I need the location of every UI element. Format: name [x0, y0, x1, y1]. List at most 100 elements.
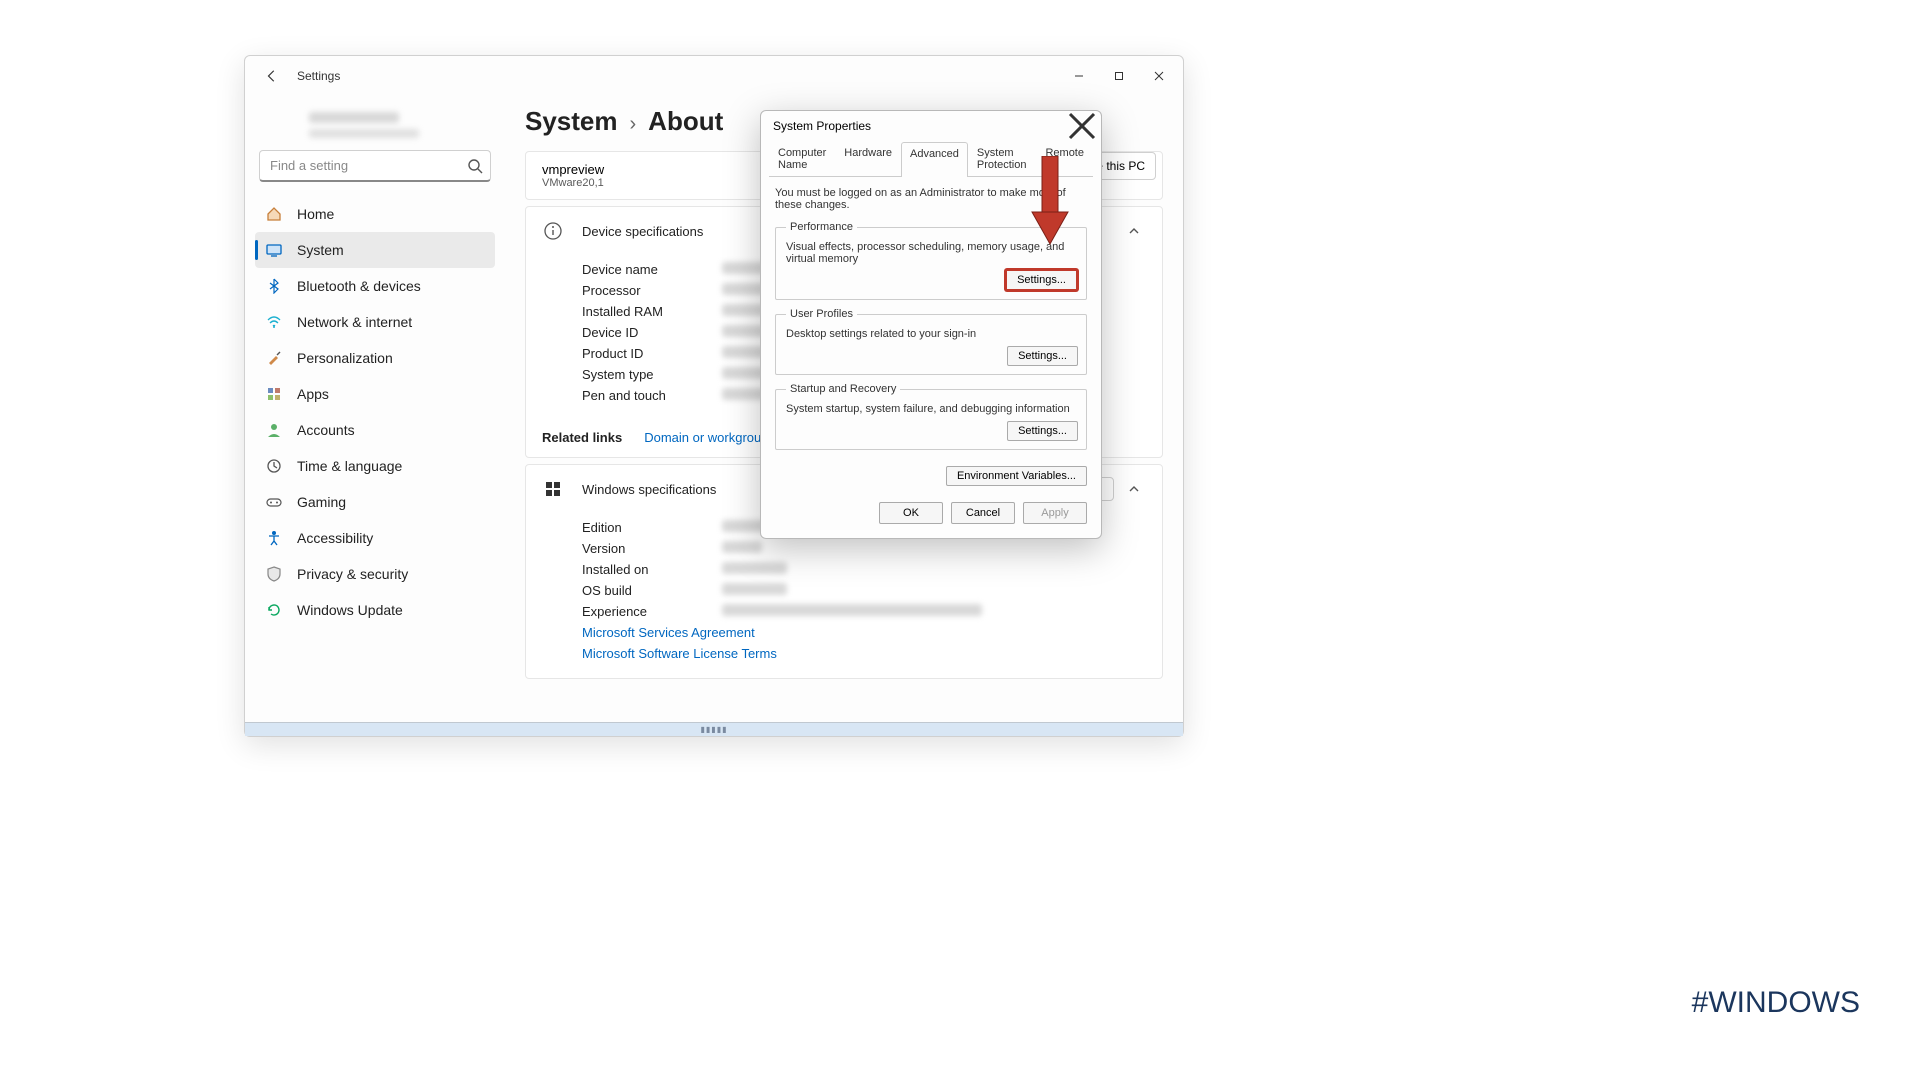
spec-key: Edition — [582, 520, 722, 535]
performance-desc: Visual effects, processor scheduling, me… — [786, 241, 1076, 265]
spec-key: Device name — [582, 262, 722, 277]
collapse-button[interactable] — [1122, 219, 1146, 243]
nav-label: Bluetooth & devices — [297, 278, 421, 294]
startup-recovery-legend: Startup and Recovery — [786, 383, 900, 395]
chevron-up-icon — [1128, 225, 1140, 237]
maximize-button[interactable] — [1099, 61, 1139, 91]
nav-label: System — [297, 242, 344, 258]
apply-button[interactable]: Apply — [1023, 502, 1087, 524]
nav-home[interactable]: Home — [255, 196, 495, 232]
accessibility-icon — [265, 529, 283, 547]
close-icon — [1067, 111, 1097, 141]
tab-remote[interactable]: Remote — [1036, 141, 1093, 176]
dialog-footer: OK Cancel Apply — [761, 492, 1101, 538]
nav-bluetooth[interactable]: Bluetooth & devices — [255, 268, 495, 304]
search-input[interactable] — [259, 150, 491, 182]
performance-legend: Performance — [786, 221, 857, 233]
wifi-icon — [265, 313, 283, 331]
tab-advanced[interactable]: Advanced — [901, 142, 968, 177]
nav-label: Home — [297, 206, 334, 222]
performance-settings-button[interactable]: Settings... — [1005, 269, 1078, 291]
performance-group: Performance Visual effects, processor sc… — [775, 221, 1087, 300]
nav-label: Apps — [297, 386, 329, 402]
spec-key: Device ID — [582, 325, 722, 340]
domain-link[interactable]: Domain or workgroup — [644, 430, 768, 445]
blurred-value — [722, 562, 787, 574]
dialog-titlebar: System Properties — [761, 111, 1101, 141]
nav-apps[interactable]: Apps — [255, 376, 495, 412]
window-title: Settings — [297, 69, 1059, 83]
search-wrap — [259, 150, 491, 182]
spec-key: System type — [582, 367, 722, 382]
chevron-up-icon — [1128, 483, 1140, 495]
user-info-blurred — [309, 112, 487, 138]
system-icon — [265, 241, 283, 259]
user-profiles-settings-button[interactable]: Settings... — [1007, 346, 1078, 366]
breadcrumb-current: About — [648, 106, 723, 137]
dialog-title: System Properties — [773, 119, 1067, 133]
close-button[interactable] — [1139, 61, 1179, 91]
nav-personalization[interactable]: Personalization — [255, 340, 495, 376]
environment-variables-button[interactable]: Environment Variables... — [946, 466, 1087, 486]
nav-label: Accounts — [297, 422, 355, 438]
spec-key: Installed RAM — [582, 304, 722, 319]
clock-icon — [265, 457, 283, 475]
nav-privacy[interactable]: Privacy & security — [255, 556, 495, 592]
nav-accessibility[interactable]: Accessibility — [255, 520, 495, 556]
tab-hardware[interactable]: Hardware — [835, 141, 901, 176]
taskbar: ▮▮▮▮▮ — [245, 722, 1183, 736]
nav-accounts[interactable]: Accounts — [255, 412, 495, 448]
window-controls — [1059, 61, 1179, 91]
nav-system[interactable]: System — [255, 232, 495, 268]
msa-link[interactable]: Microsoft Services Agreement — [582, 625, 755, 640]
close-icon — [1154, 71, 1164, 81]
nav-gaming[interactable]: Gaming — [255, 484, 495, 520]
dialog-body: You must be logged on as an Administrato… — [761, 177, 1101, 462]
minimize-icon — [1074, 71, 1084, 81]
env-row: Environment Variables... — [761, 462, 1101, 492]
blurred-value — [722, 541, 762, 553]
nav-network[interactable]: Network & internet — [255, 304, 495, 340]
nav-time[interactable]: Time & language — [255, 448, 495, 484]
minimize-button[interactable] — [1059, 61, 1099, 91]
spec-key: OS build — [582, 583, 722, 598]
user-profiles-desc: Desktop settings related to your sign-in — [786, 328, 1076, 340]
ok-button[interactable]: OK — [879, 502, 943, 524]
nav-label: Time & language — [297, 458, 402, 474]
blurred-value — [722, 583, 787, 595]
back-button[interactable] — [257, 61, 287, 91]
spec-key: Installed on — [582, 562, 722, 577]
collapse-button[interactable] — [1122, 477, 1146, 501]
user-profiles-legend: User Profiles — [786, 308, 857, 320]
taskbar-icons: ▮▮▮▮▮ — [700, 725, 727, 734]
cancel-button[interactable]: Cancel — [951, 502, 1015, 524]
shield-icon — [265, 565, 283, 583]
nav-list: Home System Bluetooth & devices Network … — [255, 196, 495, 628]
nav-label: Windows Update — [297, 602, 403, 618]
nav-update[interactable]: Windows Update — [255, 592, 495, 628]
maximize-icon — [1114, 71, 1124, 81]
windows-spec-title: Windows specifications — [582, 482, 716, 497]
related-head: Related links — [542, 430, 622, 445]
hashtag-text: #WINDOWS — [1692, 986, 1860, 1020]
nav-label: Personalization — [297, 350, 393, 366]
tab-computer-name[interactable]: Computer Name — [769, 141, 835, 176]
mslt-link[interactable]: Microsoft Software License Terms — [582, 646, 777, 661]
bluetooth-icon — [265, 277, 283, 295]
dialog-tabs: Computer Name Hardware Advanced System P… — [769, 141, 1093, 177]
breadcrumb-parent[interactable]: System — [525, 106, 618, 137]
spec-key: Pen and touch — [582, 388, 722, 403]
brush-icon — [265, 349, 283, 367]
spec-key: Product ID — [582, 346, 722, 361]
tab-system-protection[interactable]: System Protection — [968, 141, 1037, 176]
device-spec-title: Device specifications — [582, 224, 703, 239]
admin-note: You must be logged on as an Administrato… — [775, 187, 1087, 211]
startup-recovery-group: Startup and Recovery System startup, sys… — [775, 383, 1087, 450]
update-icon — [265, 601, 283, 619]
search-icon — [467, 158, 483, 174]
user-profiles-group: User Profiles Desktop settings related t… — [775, 308, 1087, 375]
dialog-close-button[interactable] — [1067, 113, 1097, 139]
chevron-right-icon: › — [630, 113, 637, 136]
sidebar: Home System Bluetooth & devices Network … — [245, 96, 505, 722]
startup-recovery-settings-button[interactable]: Settings... — [1007, 421, 1078, 441]
